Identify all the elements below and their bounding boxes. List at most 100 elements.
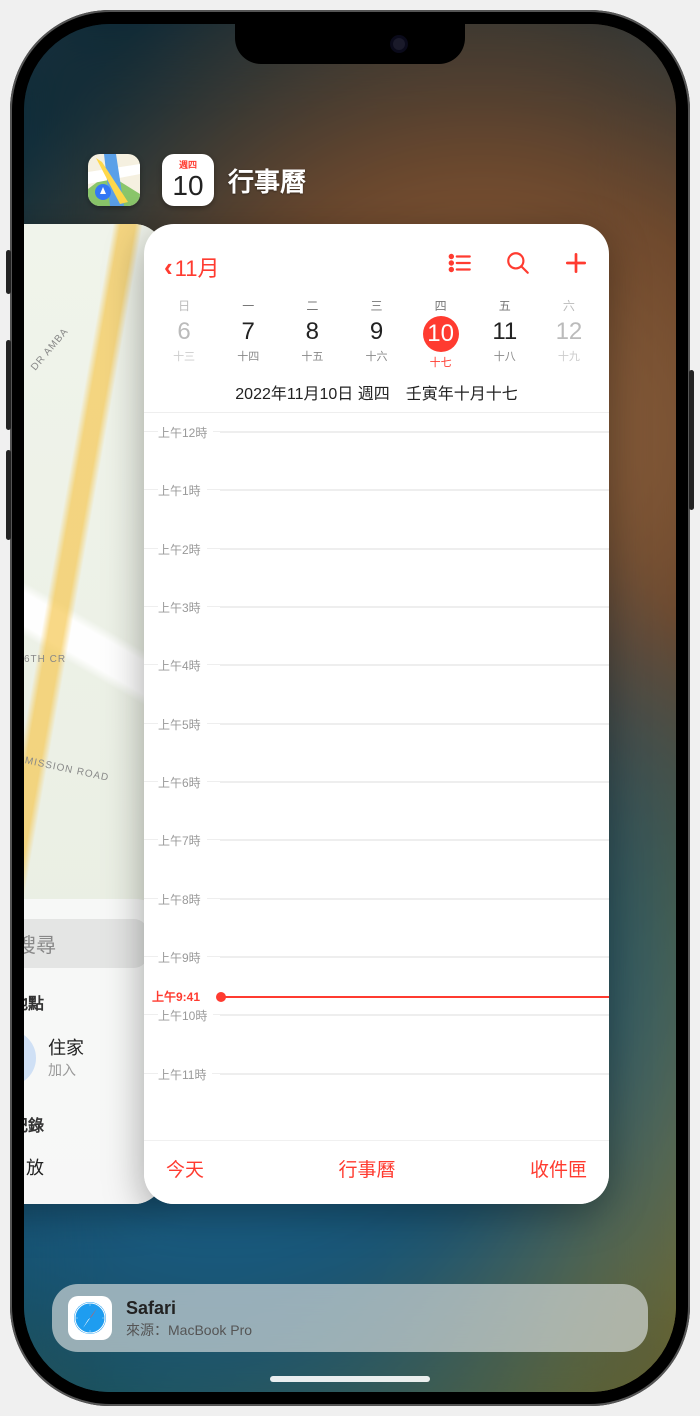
hour-divider bbox=[220, 1015, 609, 1016]
hour-divider bbox=[220, 549, 609, 550]
day-column[interactable]: 五11十八 bbox=[473, 297, 537, 370]
home-sublabel: 加入 bbox=[48, 1061, 84, 1079]
mute-switch[interactable] bbox=[6, 250, 11, 294]
hour-divider bbox=[220, 840, 609, 841]
home-label: 住家 bbox=[48, 1037, 84, 1060]
hour-row: 上午6時 bbox=[144, 781, 609, 782]
home-indicator[interactable] bbox=[270, 1376, 430, 1382]
date-subtitle: 2022年11月10日 週四 壬寅年十月十七 bbox=[144, 370, 609, 413]
hour-row: 上午12時 bbox=[144, 431, 609, 432]
hour-divider bbox=[220, 724, 609, 725]
date-number: 9 bbox=[344, 318, 408, 346]
handoff-banner[interactable]: Safari 來源：MacBook Pro bbox=[52, 1284, 648, 1352]
hour-divider bbox=[220, 782, 609, 783]
phone-frame: 週四 10 行事曆 DR AMBA 6TH CR MISSION ROAD 搜尋 bbox=[10, 10, 690, 1406]
calendar-app-icon[interactable]: 週四 10 bbox=[162, 154, 214, 206]
day-column[interactable]: 日6十三 bbox=[152, 297, 216, 370]
hour-row: 上午5時 bbox=[144, 723, 609, 724]
maps-search-placeholder: 搜尋 bbox=[24, 929, 56, 958]
weekday-label: 五 bbox=[473, 297, 537, 314]
chevron-left-icon: ‹ bbox=[164, 254, 173, 280]
hour-row: 上午4時 bbox=[144, 664, 609, 665]
day-column[interactable]: 六 12 十九 bbox=[537, 297, 601, 370]
day-timeline[interactable]: 上午12時上午1時上午2時上午3時上午4時上午5時上午6時上午7時上午8時上午9… bbox=[144, 413, 609, 1153]
history-header: 搜尋記錄 bbox=[24, 1112, 148, 1136]
current-time-line bbox=[220, 996, 609, 998]
hour-divider bbox=[220, 899, 609, 900]
search-icon bbox=[505, 250, 531, 276]
hour-label: 上午1時 bbox=[158, 482, 207, 499]
day-column[interactable]: 二 8 十五 bbox=[280, 297, 344, 370]
plus-icon bbox=[563, 250, 589, 276]
history-item-label: 放 bbox=[26, 1154, 44, 1180]
weekday-label: 六 bbox=[537, 297, 601, 314]
safari-icon bbox=[68, 1296, 112, 1340]
hour-label: 上午7時 bbox=[158, 832, 207, 849]
hour-label: 上午5時 bbox=[158, 716, 207, 733]
calendar-icon-date: 10 bbox=[172, 172, 203, 200]
lunar-label: 十四 bbox=[216, 348, 280, 364]
favorites-home-item[interactable]: 住家 加入 bbox=[24, 1030, 148, 1086]
hour-label: 上午11時 bbox=[158, 1066, 212, 1083]
calendar-app-card[interactable]: ‹ 11月 日6十三一7十四 bbox=[144, 224, 609, 1204]
lunar-label: 十五 bbox=[280, 348, 344, 364]
date-number: 12 bbox=[537, 318, 601, 346]
calendars-tab[interactable]: 行事曆 bbox=[338, 1155, 395, 1182]
hour-row: 上午7時 bbox=[144, 839, 609, 840]
hour-label: 上午10時 bbox=[158, 1007, 213, 1024]
list-view-button[interactable] bbox=[447, 250, 473, 283]
hour-label: 上午3時 bbox=[158, 599, 207, 616]
power-button[interactable] bbox=[689, 370, 694, 510]
volume-up-button[interactable] bbox=[6, 340, 11, 430]
search-button[interactable] bbox=[505, 250, 531, 283]
hour-label: 上午8時 bbox=[158, 891, 207, 908]
weekday-label: 三 bbox=[344, 297, 408, 314]
day-column[interactable]: 三 9 十六 bbox=[344, 297, 408, 370]
day-column[interactable]: 一7十四 bbox=[216, 297, 280, 370]
hour-row: 上午3時 bbox=[144, 606, 609, 607]
notch bbox=[235, 24, 465, 64]
hour-label: 上午4時 bbox=[158, 657, 207, 674]
hour-row: 上午2時 bbox=[144, 548, 609, 549]
lunar-label: 十九 bbox=[537, 348, 601, 364]
front-app-header: 週四 10 行事曆 bbox=[162, 154, 306, 206]
week-row: 日6十三一7十四二 8 十五 三 9 十六四10十七五11十八六 12 十九 bbox=[144, 291, 609, 370]
home-icon bbox=[24, 1030, 36, 1086]
weekday-label: 二 bbox=[280, 297, 344, 314]
hour-label: 上午2時 bbox=[158, 541, 207, 558]
hour-divider bbox=[220, 607, 609, 608]
hour-row: 上午9時 bbox=[144, 956, 609, 957]
inbox-tab[interactable]: 收件匣 bbox=[530, 1155, 587, 1182]
hour-divider bbox=[220, 1074, 609, 1075]
back-label: 11月 bbox=[175, 251, 220, 283]
lunar-label: 十三 bbox=[152, 348, 216, 364]
map-road-label: 6TH CR bbox=[24, 654, 66, 665]
lunar-label: 十七 bbox=[409, 354, 473, 370]
handoff-source: 來源：MacBook Pro bbox=[126, 1321, 252, 1339]
favorites-header: 喜好地點 bbox=[24, 990, 148, 1014]
today-tab[interactable]: 今天 bbox=[166, 1155, 204, 1182]
weekday-label: 日 bbox=[152, 297, 216, 314]
add-event-button[interactable] bbox=[563, 250, 589, 283]
volume-down-button[interactable] bbox=[6, 450, 11, 540]
hour-label: 上午6時 bbox=[158, 774, 207, 791]
maps-bottom-panel: 搜尋 喜好地點 住家 加入 搜尋記錄 bbox=[24, 899, 164, 1204]
back-to-month-button[interactable]: ‹ 11月 bbox=[164, 251, 220, 283]
weekday-label: 四 bbox=[409, 297, 473, 314]
hour-divider bbox=[220, 665, 609, 666]
handoff-app-name: Safari bbox=[126, 1297, 252, 1320]
maps-app-icon[interactable] bbox=[88, 154, 140, 206]
history-item[interactable]: 放 bbox=[24, 1150, 148, 1184]
calendar-tabbar: 今天 行事曆 收件匣 bbox=[144, 1140, 609, 1204]
day-column[interactable]: 四10十七 bbox=[409, 297, 473, 370]
hour-row: 上午8時 bbox=[144, 898, 609, 899]
date-number: 8 bbox=[280, 318, 344, 346]
lunar-label: 十六 bbox=[344, 348, 408, 364]
maps-app-card[interactable]: DR AMBA 6TH CR MISSION ROAD 搜尋 喜好地點 住家 bbox=[24, 224, 164, 1204]
screen: 週四 10 行事曆 DR AMBA 6TH CR MISSION ROAD 搜尋 bbox=[24, 24, 676, 1392]
weekday-label: 一 bbox=[216, 297, 280, 314]
hour-divider bbox=[220, 432, 609, 433]
maps-search-field[interactable]: 搜尋 bbox=[24, 919, 148, 968]
front-app-title: 行事曆 bbox=[228, 162, 306, 199]
calendar-icon-weekday: 週四 bbox=[172, 161, 203, 170]
